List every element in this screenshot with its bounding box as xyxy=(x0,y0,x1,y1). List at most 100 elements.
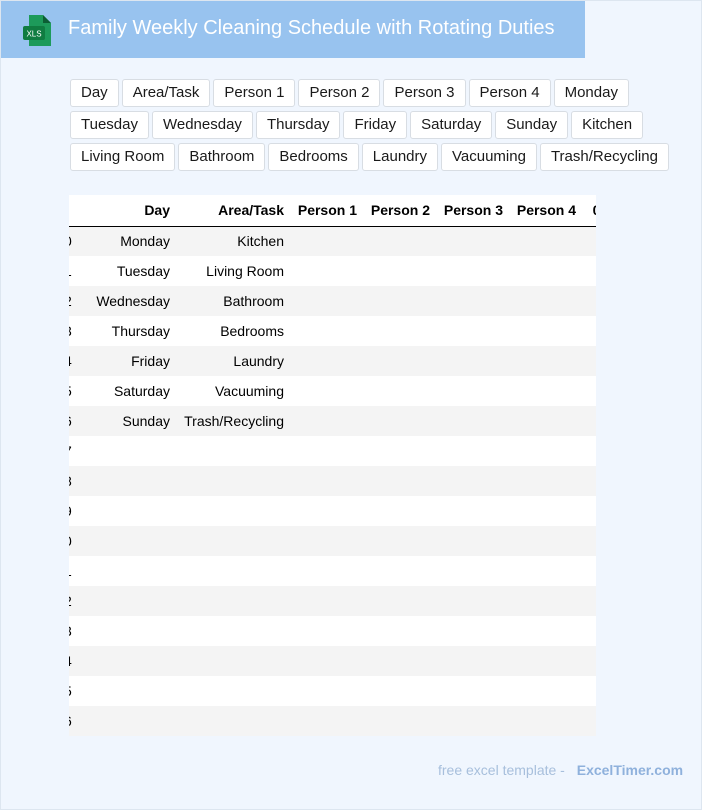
filter-chip[interactable]: Sunday xyxy=(495,111,569,139)
cell-person-4[interactable] xyxy=(509,376,582,406)
cell-area-task[interactable] xyxy=(176,526,290,556)
cell-day[interactable]: Tuesday xyxy=(79,256,176,286)
cell-person-3[interactable] xyxy=(436,526,509,556)
cell-person-1[interactable] xyxy=(290,436,363,466)
cell-person-3[interactable] xyxy=(436,346,509,376)
cell-person-3[interactable] xyxy=(436,256,509,286)
cell-index[interactable]: 3 xyxy=(69,316,79,346)
cell-zero[interactable] xyxy=(582,286,596,316)
cell-person-1[interactable] xyxy=(290,226,363,256)
cell-index[interactable]: 2 xyxy=(69,286,79,316)
filter-chip[interactable]: Thursday xyxy=(255,111,341,139)
cell-person-3[interactable] xyxy=(436,286,509,316)
cell-person-3[interactable] xyxy=(436,226,509,256)
cell-person-4[interactable] xyxy=(509,286,582,316)
cell-person-2[interactable] xyxy=(363,616,436,646)
cell-index[interactable]: 0 xyxy=(69,226,79,256)
cell-day[interactable]: Friday xyxy=(79,346,176,376)
filter-chip[interactable]: Person 2 xyxy=(298,79,381,107)
cell-person-4[interactable] xyxy=(509,256,582,286)
cell-zero[interactable] xyxy=(582,406,596,436)
cell-zero[interactable] xyxy=(582,646,596,676)
cell-person-2[interactable] xyxy=(363,406,436,436)
cell-person-3[interactable] xyxy=(436,466,509,496)
cell-area-task[interactable] xyxy=(176,466,290,496)
filter-chip[interactable]: Friday xyxy=(343,111,408,139)
cell-index[interactable]: 5 xyxy=(69,376,79,406)
filter-chip[interactable]: Person 4 xyxy=(468,79,551,107)
cell-person-1[interactable] xyxy=(290,466,363,496)
cell-person-3[interactable] xyxy=(436,556,509,586)
cell-person-4[interactable] xyxy=(509,556,582,586)
cell-zero[interactable] xyxy=(582,556,596,586)
cell-area-task[interactable] xyxy=(176,646,290,676)
filter-chip[interactable]: Person 3 xyxy=(383,79,466,107)
cell-person-2[interactable] xyxy=(363,286,436,316)
cell-person-4[interactable] xyxy=(509,436,582,466)
cell-person-4[interactable] xyxy=(509,586,582,616)
cell-person-1[interactable] xyxy=(290,256,363,286)
cell-person-2[interactable] xyxy=(363,496,436,526)
cell-zero[interactable] xyxy=(582,706,596,736)
cell-area-task[interactable]: Living Room xyxy=(176,256,290,286)
cell-day[interactable]: Sunday xyxy=(79,406,176,436)
filter-chip[interactable]: Kitchen xyxy=(571,111,644,139)
cell-day[interactable]: Monday xyxy=(79,226,176,256)
cell-person-3[interactable] xyxy=(436,706,509,736)
cell-person-1[interactable] xyxy=(290,526,363,556)
filter-chip[interactable]: Tuesday xyxy=(70,111,149,139)
cell-zero[interactable] xyxy=(582,226,596,256)
cell-day[interactable]: Thursday xyxy=(79,316,176,346)
cell-area-task[interactable] xyxy=(176,556,290,586)
cell-person-2[interactable] xyxy=(363,376,436,406)
cell-area-task[interactable] xyxy=(176,436,290,466)
cell-person-2[interactable] xyxy=(363,256,436,286)
cell-person-2[interactable] xyxy=(363,586,436,616)
cell-person-3[interactable] xyxy=(436,676,509,706)
filter-chip[interactable]: Laundry xyxy=(361,143,439,171)
cell-day[interactable] xyxy=(79,676,176,706)
cell-person-4[interactable] xyxy=(509,316,582,346)
cell-index[interactable]: 7 xyxy=(69,436,79,466)
cell-person-1[interactable] xyxy=(290,676,363,706)
cell-day[interactable] xyxy=(79,586,176,616)
cell-person-2[interactable] xyxy=(363,706,436,736)
cell-zero[interactable] xyxy=(582,316,596,346)
cell-person-2[interactable] xyxy=(363,436,436,466)
cell-day[interactable]: Wednesday xyxy=(79,286,176,316)
cell-area-task[interactable] xyxy=(176,496,290,526)
cell-area-task[interactable]: Trash/Recycling xyxy=(176,406,290,436)
cell-person-3[interactable] xyxy=(436,616,509,646)
cell-zero[interactable] xyxy=(582,616,596,646)
cell-index[interactable]: 1 xyxy=(69,256,79,286)
filter-chip[interactable]: Bathroom xyxy=(178,143,266,171)
cell-person-4[interactable] xyxy=(509,616,582,646)
filter-chip[interactable]: Wednesday xyxy=(151,111,253,139)
filter-chip[interactable]: Monday xyxy=(553,79,629,107)
cell-person-3[interactable] xyxy=(436,436,509,466)
cell-day[interactable] xyxy=(79,556,176,586)
cell-area-task[interactable]: Bedrooms xyxy=(176,316,290,346)
cell-person-3[interactable] xyxy=(436,646,509,676)
cell-zero[interactable] xyxy=(582,586,596,616)
cell-zero[interactable] xyxy=(582,526,596,556)
cell-zero[interactable] xyxy=(582,436,596,466)
filter-chip[interactable]: Area/Task xyxy=(121,79,211,107)
cell-person-4[interactable] xyxy=(509,406,582,436)
cell-person-1[interactable] xyxy=(290,616,363,646)
cell-area-task[interactable] xyxy=(176,616,290,646)
cell-day[interactable] xyxy=(79,706,176,736)
cell-person-3[interactable] xyxy=(436,406,509,436)
cell-index[interactable]: 1 xyxy=(69,556,79,586)
cell-zero[interactable] xyxy=(582,466,596,496)
cell-person-1[interactable] xyxy=(290,646,363,676)
cell-index[interactable]: 0 xyxy=(69,526,79,556)
cell-zero[interactable] xyxy=(582,346,596,376)
cell-index[interactable]: 4 xyxy=(69,346,79,376)
cell-person-4[interactable] xyxy=(509,526,582,556)
cell-person-4[interactable] xyxy=(509,346,582,376)
cell-index[interactable]: 3 xyxy=(69,616,79,646)
cell-person-1[interactable] xyxy=(290,496,363,526)
filter-chip[interactable]: Trash/Recycling xyxy=(539,143,669,171)
cell-index[interactable]: 6 xyxy=(69,406,79,436)
